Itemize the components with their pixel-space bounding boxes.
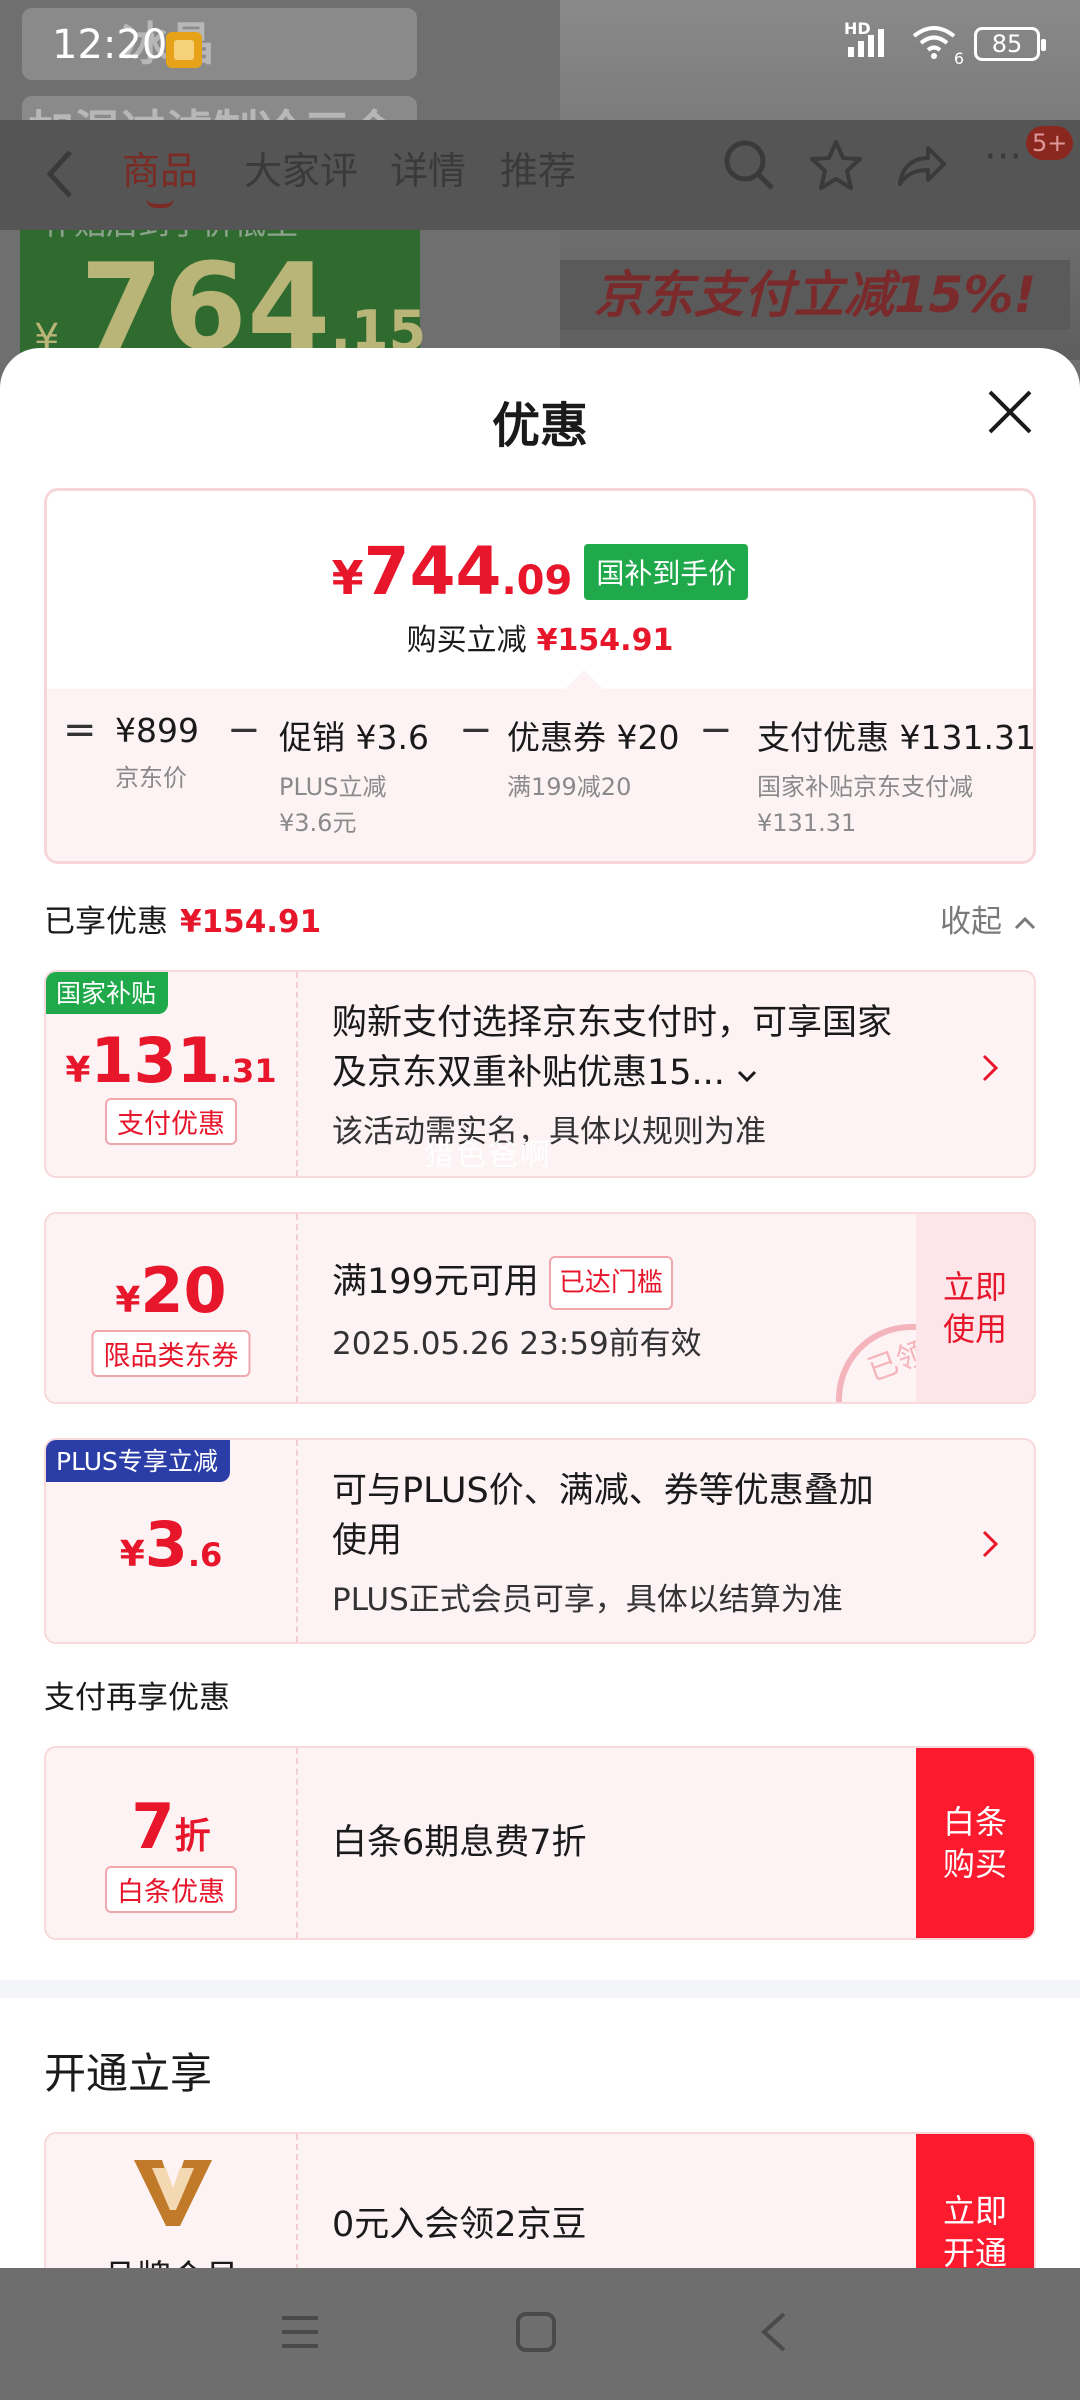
wifi-icon: 6 [910, 24, 964, 68]
favorite-star-icon[interactable] [808, 138, 864, 198]
collapse-button[interactable]: 收起 [940, 896, 1038, 941]
subsidy-desc: 购新支付选择京东支付时，可享国家 及京东双重补贴优惠15... [332, 1003, 893, 1093]
back-icon[interactable] [40, 144, 80, 204]
message-badge: 5+ [1026, 126, 1074, 160]
open-membership-button[interactable]: 立即 开通 [916, 2134, 1034, 2268]
baitiao-discount: 7折 [131, 1790, 211, 1863]
battery-indicator: 85 [974, 27, 1046, 61]
minus-sign: − [459, 707, 493, 753]
baitiao-desc: 白条6期息费7折 [332, 1823, 587, 1863]
enjoyed-discount: 已享优惠 ¥154.91 [44, 904, 322, 940]
coupon-type-pill: 限品类东券 [91, 1330, 251, 1377]
price-breakdown: = ¥899 京东价 − 促销 ¥3.6 PLUS立减 ¥3.6元 − 优惠券 ¥20… [47, 689, 1036, 861]
breakdown-jd-price: ¥899 京东价 [115, 711, 199, 792]
plus-amount: ¥3.6 [119, 1508, 223, 1581]
pay-extra-section-title: 支付再享优惠 [44, 1680, 230, 1716]
subsidy-price-tag: 国补到手价 [584, 543, 749, 600]
breakdown-payment: 支付优惠 ¥131.31 国家补贴京东支付减 ¥131.31 [757, 718, 1036, 837]
watermark-text: 猎色爸啊 [424, 1138, 552, 1173]
back-nav-icon[interactable] [756, 2310, 792, 2358]
status-bar: 12:20 HD 6 85 [0, 0, 1080, 100]
menu-icon[interactable] [278, 2310, 322, 2358]
sheet-title: 优惠 [491, 398, 588, 454]
price-summary-card: ¥744.09 国补到手价 购买立减 ¥154.91 = ¥899 京东价 − 促销… [44, 488, 1036, 864]
plus-discount-card[interactable]: ¥3.6 PLUS专享立减 可与PLUS价、满减、券等优惠叠加 使用 PLUS正式… [44, 1438, 1036, 1644]
chevron-down-icon [738, 1070, 757, 1083]
chevron-up-icon [1014, 916, 1035, 930]
subsidy-amount: ¥131.31 [65, 1024, 277, 1097]
chevron-right-icon[interactable] [980, 1048, 1000, 1094]
clock: 12:20 [52, 22, 168, 68]
plus-note: PLUS正式会员可享，具体以结算为准 [332, 1582, 843, 1618]
breakdown-promotion: 促销 ¥3.6 PLUS立减 ¥3.6元 [279, 718, 429, 837]
brand-member-logo-icon [132, 2158, 214, 2228]
chevron-right-icon[interactable] [980, 1524, 1000, 1570]
more-icon[interactable]: ··· [984, 134, 1022, 180]
threshold-reached-tag: 已达门槛 [548, 1256, 673, 1310]
pay-discount-banner: 京东支付立减15%! [560, 260, 1070, 330]
baitiao-pill: 白条优惠 [105, 1866, 237, 1913]
coupon-amount: ¥20 [115, 1254, 227, 1327]
plus-desc: 可与PLUS价、满减、券等优惠叠加 使用 [332, 1471, 874, 1561]
final-price: ¥744.09 [331, 533, 573, 610]
share-icon[interactable] [892, 138, 948, 198]
brand-member-label: 品牌会员 [46, 2250, 296, 2268]
notification-app-icon [166, 32, 202, 68]
open-enjoy-section-title: 开通立享 [44, 2049, 213, 2098]
pay-discount-pill: 支付优惠 [105, 1098, 237, 1145]
home-icon[interactable] [514, 2310, 558, 2358]
baitiao-card[interactable]: 7折 白条优惠 白条6期息费7折 白条 购买 [44, 1746, 1036, 1940]
product-top-nav: 商品 大家评 详情 推荐 ··· 5+ [0, 120, 1080, 230]
minus-sign: − [699, 707, 733, 753]
baitiao-buy-button[interactable]: 白条 购买 [916, 1748, 1034, 1938]
coupon-card[interactable]: ¥20 限品类东券 满199元可用 已达门槛 2025.05.26 23:59前有… [44, 1212, 1036, 1404]
tab-reviews[interactable]: 大家评 [244, 140, 358, 195]
coupon-threshold: 满199元可用 已达门槛 [332, 1256, 673, 1310]
brand-member-card[interactable]: 品牌会员 0元入会领2京豆 立即开通 [44, 2132, 1036, 2268]
close-icon[interactable] [984, 386, 1036, 438]
member-offer-text: 0元入会领2京豆 [332, 2205, 587, 2245]
coupon-expiry: 2025.05.26 23:59前有效 [332, 1326, 702, 1362]
tab-product[interactable]: 商品 [122, 140, 198, 208]
equals-sign: = [63, 707, 97, 753]
discount-sheet: 优惠 ¥744.09 国补到手价 购买立减 ¥154.91 = ¥899 京东价 −… [0, 348, 1080, 2268]
breakdown-coupon: 优惠券 ¥20 满199减20 [507, 718, 680, 801]
reduce-summary: 购买立减 ¥154.91 [406, 623, 674, 658]
system-nav-bar [0, 2268, 1080, 2400]
tab-recommend[interactable]: 推荐 [500, 140, 576, 195]
national-subsidy-tag: 国家补贴 [46, 972, 169, 1014]
search-icon[interactable] [722, 138, 776, 196]
signal-icon: HD [844, 19, 894, 63]
plus-exclusive-tag: PLUS专享立减 [46, 1440, 230, 1482]
use-coupon-button[interactable]: 立即 使用 [916, 1214, 1034, 1402]
minus-sign: − [227, 707, 261, 753]
tab-details[interactable]: 详情 [390, 140, 466, 195]
